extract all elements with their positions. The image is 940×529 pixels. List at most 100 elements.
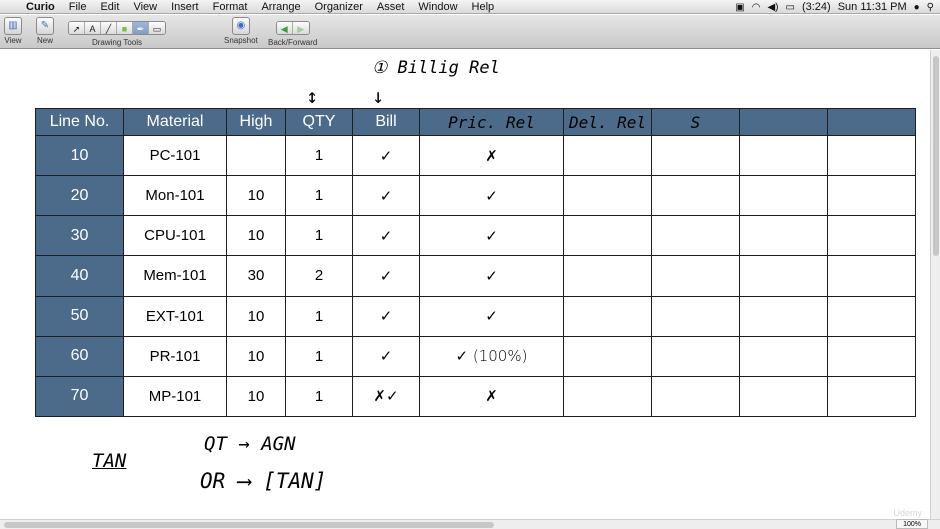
cell-bill: ✓ bbox=[352, 215, 420, 257]
menu-organizer[interactable]: Organizer bbox=[308, 0, 370, 14]
cell-empty bbox=[563, 175, 652, 217]
screen-record-icon[interactable]: ▣ bbox=[735, 2, 744, 13]
shape-color-icon[interactable]: ■ bbox=[117, 21, 133, 34]
cell-material: MP-101 bbox=[123, 375, 227, 418]
qt-agn-annotation: QT → AGN bbox=[204, 433, 296, 455]
cell-high: 10 bbox=[226, 175, 286, 217]
qty-arrow-annotation: ↕ bbox=[306, 84, 319, 108]
new-icon[interactable]: ✎ bbox=[36, 17, 54, 35]
line-tool-icon[interactable]: ╱ bbox=[101, 21, 117, 34]
table-header-row: Line No. Material High QTY Bill Pric. Re… bbox=[35, 108, 916, 136]
cell-empty bbox=[651, 295, 740, 337]
forward-arrow-icon[interactable]: ▶ bbox=[292, 21, 309, 34]
table-row: 50 EXT-101 10 1 ✓ ✓ bbox=[35, 295, 916, 337]
cell-line: 50 bbox=[35, 295, 124, 337]
select-arrow-icon[interactable]: ➚ bbox=[69, 21, 85, 34]
vertical-scroll-thumb[interactable] bbox=[933, 56, 939, 256]
spotlight-search-icon[interactable]: ⚲ bbox=[927, 2, 934, 13]
menu-help[interactable]: Help bbox=[465, 0, 502, 14]
back-forward-label: Back/Forward bbox=[268, 38, 318, 47]
table-row: 10 PC-101 1 ✓ ✗ bbox=[35, 134, 916, 177]
view-icon[interactable]: ▥ bbox=[4, 17, 22, 35]
cell-qty: 2 bbox=[285, 255, 353, 297]
billing-rel-annotation: ① Billig Rel bbox=[372, 58, 500, 78]
cell-bill: ✓ bbox=[352, 134, 420, 177]
data-table: Line No. Material High QTY Bill Pric. Re… bbox=[35, 108, 916, 418]
new-tool[interactable]: ✎ New bbox=[36, 17, 54, 45]
cell-line: 30 bbox=[35, 215, 124, 257]
cell-line: 70 bbox=[35, 375, 124, 418]
table-row: 60 PR-101 10 1 ✓ ✓ (100%) bbox=[35, 335, 916, 377]
wifi-icon[interactable]: ◠ bbox=[752, 2, 761, 13]
header-empty-9 bbox=[739, 108, 828, 136]
zoom-level[interactable]: 100% bbox=[896, 519, 928, 529]
cell-material: EXT-101 bbox=[123, 295, 227, 337]
vertical-scrollbar[interactable] bbox=[930, 50, 940, 519]
text-tool-icon[interactable]: A bbox=[85, 21, 101, 34]
user-icon[interactable]: ● bbox=[914, 2, 920, 13]
cell-empty bbox=[827, 175, 916, 217]
menu-view[interactable]: View bbox=[126, 0, 164, 14]
cell-pric: ✗ bbox=[419, 375, 564, 418]
cell-empty bbox=[739, 175, 828, 217]
horizontal-scrollbar[interactable] bbox=[0, 519, 940, 529]
horizontal-scroll-thumb[interactable] bbox=[4, 522, 494, 528]
back-forward-tool: ◀ ▶ Back/Forward bbox=[268, 19, 317, 47]
tan-annotation: TAN bbox=[92, 450, 127, 472]
cell-high: 10 bbox=[226, 295, 286, 337]
header-s: S bbox=[651, 108, 740, 136]
menu-edit[interactable]: Edit bbox=[93, 0, 126, 14]
cell-empty bbox=[739, 375, 828, 418]
cell-empty bbox=[563, 134, 652, 177]
menu-asset[interactable]: Asset bbox=[370, 0, 412, 14]
clock[interactable]: Sun 11:31 PM bbox=[838, 1, 907, 13]
cell-empty bbox=[651, 375, 740, 418]
cell-high: 30 bbox=[226, 255, 286, 297]
battery-time: (3:24) bbox=[801, 1, 831, 13]
menu-app-curio[interactable]: Curio bbox=[22, 0, 62, 14]
cell-empty bbox=[563, 335, 652, 377]
cell-empty bbox=[827, 295, 916, 337]
eraser-tool-icon[interactable]: ▭ bbox=[149, 21, 165, 34]
battery-icon[interactable]: ▭ bbox=[786, 2, 795, 13]
drawing-canvas[interactable]: ① Billig Rel ↕ ↓ Line No. Material High … bbox=[0, 50, 930, 519]
cell-pric: ✗ bbox=[419, 134, 564, 177]
menu-format[interactable]: Format bbox=[206, 0, 255, 14]
cell-pric: ✓ bbox=[419, 255, 564, 297]
view-tool[interactable]: ▥ View bbox=[4, 17, 22, 45]
menu-insert[interactable]: Insert bbox=[164, 0, 206, 14]
cell-empty bbox=[827, 215, 916, 257]
view-label: View bbox=[4, 36, 22, 46]
menu-status-area: ▣ ◠ ◀) ▭ (3:24) Sun 11:31 PM ● ⚲ bbox=[735, 0, 934, 14]
cell-empty bbox=[563, 255, 652, 297]
pen-tool-icon[interactable]: ✒ bbox=[133, 21, 149, 34]
menu-file[interactable]: File bbox=[62, 0, 94, 14]
toolbar: ▥ View ✎ New ➚ A ╱ ■ ✒ ▭ Drawing Tools ◉… bbox=[0, 15, 940, 49]
snapshot-label: Snapshot bbox=[224, 36, 258, 46]
cell-material: PC-101 bbox=[123, 134, 227, 177]
table-row: 40 Mem-101 30 2 ✓ ✓ bbox=[35, 255, 916, 297]
table-row: 20 Mon-101 10 1 ✓ ✓ bbox=[35, 175, 916, 217]
cell-bill: ✓ bbox=[352, 335, 420, 377]
header-line-no: Line No. bbox=[35, 108, 124, 136]
cell-high: 10 bbox=[226, 375, 286, 418]
cell-qty: 1 bbox=[285, 134, 353, 177]
cell-bill: ✗✓ bbox=[352, 375, 420, 418]
camera-icon[interactable]: ◉ bbox=[231, 17, 250, 35]
cell-empty bbox=[827, 375, 916, 418]
header-del-rel: Del. Rel bbox=[563, 108, 652, 136]
cell-material: Mem-101 bbox=[123, 255, 227, 297]
table-body: 10 PC-101 1 ✓ ✗ 20 Mon-101 10 1 ✓ ✓ 30 CPU-101 10 1 ✓ ✓ 4… bbox=[35, 134, 916, 418]
menu-window[interactable]: Window bbox=[411, 0, 464, 14]
back-arrow-icon[interactable]: ◀ bbox=[276, 21, 293, 34]
cell-qty: 1 bbox=[285, 335, 353, 377]
cell-pric: ✓ bbox=[419, 295, 564, 337]
volume-icon[interactable]: ◀) bbox=[767, 2, 778, 13]
udemy-watermark: Udemy bbox=[893, 508, 922, 518]
table-row: 30 CPU-101 10 1 ✓ ✓ bbox=[35, 215, 916, 257]
cell-qty: 1 bbox=[285, 375, 353, 418]
header-qty: QTY bbox=[285, 108, 353, 136]
cell-empty bbox=[651, 134, 740, 177]
snapshot-tool[interactable]: ◉ Snapshot bbox=[224, 17, 258, 45]
menu-arrange[interactable]: Arrange bbox=[254, 0, 307, 14]
